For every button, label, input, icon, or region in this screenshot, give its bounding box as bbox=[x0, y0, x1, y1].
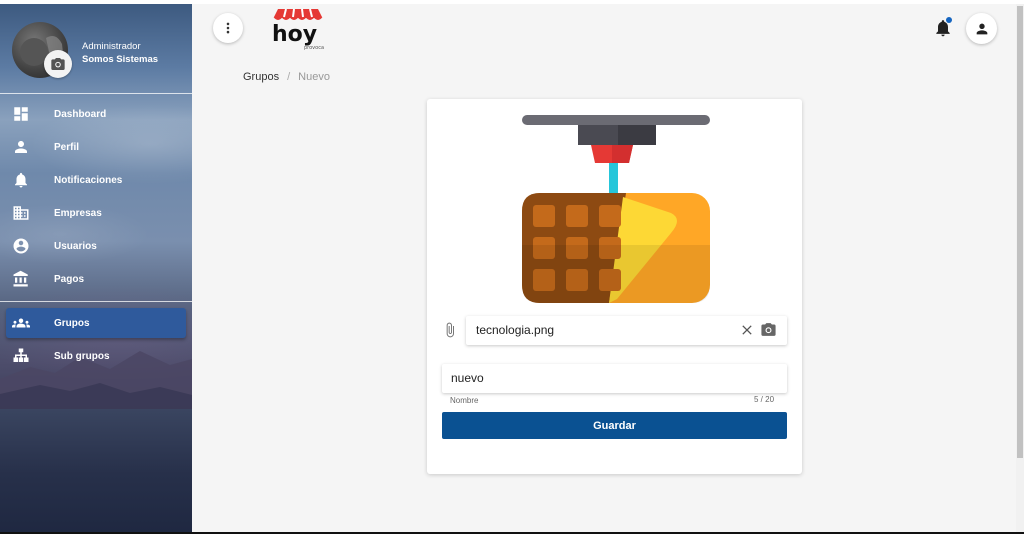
sidebar-background-sea bbox=[0, 409, 192, 532]
sidebar: Administrador Somos Sistemas Dashboard P… bbox=[0, 4, 192, 532]
change-photo-button[interactable] bbox=[44, 50, 72, 78]
sidebar-divider bbox=[0, 93, 192, 94]
user-menu-button[interactable] bbox=[966, 13, 997, 44]
notification-badge bbox=[946, 17, 952, 23]
groups-icon bbox=[12, 318, 30, 328]
sidebar-item-label: Empresas bbox=[54, 207, 102, 219]
sidebar-item-label: Notificaciones bbox=[54, 174, 123, 186]
sidebar-divider bbox=[0, 301, 192, 302]
group-form-card: tecnologia.png nuevo Nombre 5 / 20 Guard… bbox=[427, 99, 802, 474]
save-button[interactable]: Guardar bbox=[442, 412, 787, 439]
more-options-button[interactable] bbox=[213, 13, 243, 43]
person-icon bbox=[976, 23, 987, 34]
sidebar-item-dashboard[interactable]: Dashboard bbox=[6, 99, 186, 129]
sidebar-item-label: Usuarios bbox=[54, 240, 97, 252]
more-vertical-icon bbox=[226, 22, 230, 34]
sidebar-item-pagos[interactable]: Pagos bbox=[6, 264, 186, 294]
profile-role: Administrador bbox=[82, 41, 141, 52]
close-icon[interactable] bbox=[739, 322, 755, 338]
brand-logo[interactable]: hoy provoca bbox=[270, 7, 326, 51]
business-icon bbox=[13, 206, 29, 220]
name-char-counter: 5 / 20 bbox=[754, 395, 775, 404]
breadcrumb-separator: / bbox=[287, 71, 291, 83]
sidebar-item-label: Grupos bbox=[54, 317, 90, 329]
sidebar-item-label: Sub grupos bbox=[54, 350, 110, 362]
account-circle-icon bbox=[13, 238, 29, 254]
person-icon bbox=[15, 141, 27, 153]
profile-text: Administrador Somos Sistemas bbox=[82, 40, 158, 66]
name-input[interactable]: nuevo bbox=[442, 364, 787, 393]
sidebar-item-sub-grupos[interactable]: Sub grupos bbox=[6, 341, 186, 371]
logo-text: hoy bbox=[272, 22, 317, 47]
sidebar-item-label: Dashboard bbox=[54, 108, 107, 120]
dashboard-icon bbox=[14, 107, 28, 121]
sidebar-item-grupos[interactable]: Grupos bbox=[6, 308, 186, 338]
breadcrumb-current: Nuevo bbox=[298, 71, 330, 83]
sidebar-item-usuarios[interactable]: Usuarios bbox=[6, 231, 186, 261]
camera-icon bbox=[51, 58, 65, 70]
logo-subtext: provoca bbox=[304, 45, 324, 51]
sitemap-icon bbox=[13, 348, 29, 362]
sidebar-item-label: Pagos bbox=[54, 273, 85, 285]
bell-icon bbox=[15, 172, 27, 188]
camera-icon[interactable] bbox=[760, 321, 777, 338]
file-input[interactable]: tecnologia.png bbox=[466, 316, 787, 345]
page-scrollbar[interactable] bbox=[1016, 4, 1024, 532]
sidebar-item-perfil[interactable]: Perfil bbox=[6, 132, 186, 162]
profile-name: Somos Sistemas bbox=[82, 54, 159, 65]
attachment-icon[interactable] bbox=[442, 320, 458, 340]
sidebar-item-empresas[interactable]: Empresas bbox=[6, 198, 186, 228]
scrollbar-thumb[interactable] bbox=[1017, 6, 1023, 458]
breadcrumb: Grupos / Nuevo bbox=[243, 71, 330, 83]
breadcrumb-parent[interactable]: Grupos bbox=[243, 71, 279, 83]
sidebar-item-label: Perfil bbox=[54, 141, 80, 153]
group-image-preview bbox=[522, 115, 710, 303]
user-profile: Administrador Somos Sistemas bbox=[12, 22, 192, 82]
bank-icon bbox=[13, 270, 28, 287]
hoy-logo: hoy provoca bbox=[272, 8, 324, 51]
sidebar-item-notificaciones[interactable]: Notificaciones bbox=[6, 165, 186, 195]
file-input-value: tecnologia.png bbox=[476, 323, 555, 337]
name-input-value: nuevo bbox=[451, 371, 484, 385]
name-input-label: Nombre bbox=[450, 396, 479, 405]
